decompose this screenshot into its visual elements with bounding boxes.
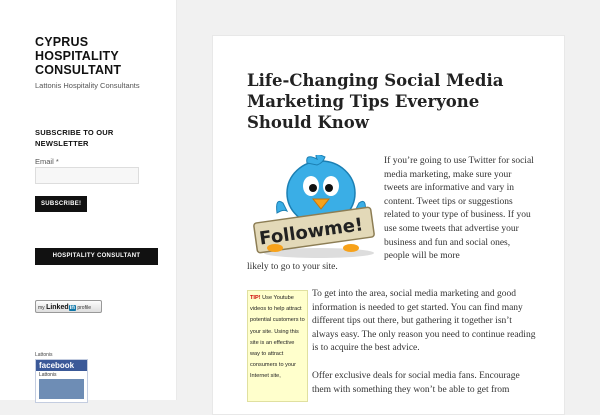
tip-text: Use Youtube videos to help attract poten… [250,295,305,380]
facebook-header: facebook [36,360,87,371]
email-label: Email * [35,157,59,166]
linkedin-suffix: profile [77,305,91,311]
post-paragraph-2: To get into the area, social media marke… [312,289,536,354]
post-paragraph-3: Offer exclusive deals for social media f… [312,371,520,395]
facebook-widget-label: Lattonis [35,352,53,358]
linkedin-prefix: my [38,305,45,311]
email-field[interactable] [35,167,139,184]
newsletter-heading: SUBSCRIBE TO OUR NEWSLETTER [35,128,114,148]
facebook-page-name[interactable]: Lattonis [36,371,87,379]
email-label-text: Email [35,157,54,166]
linkedin-in-icon: in [68,305,76,311]
required-mark: * [55,157,59,166]
post-title[interactable]: Life-Changing Social Media Marketing Tip… [247,70,547,133]
linkedin-brand: Linked [46,304,69,311]
facebook-cover-image [39,379,84,399]
site-title[interactable]: CYPRUS HOSPITALITY CONSULTANT [35,35,165,77]
subscribe-button[interactable]: SUBSCRIBE! [35,196,88,212]
tip-box: TIP! Use Youtube videos to help attract … [247,290,308,402]
site-description: Lattonis Hospitality Consultants [35,81,140,90]
post-paragraph-1: If you’re going to use Twitter for socia… [384,156,534,262]
tip-label: TIP! [250,295,261,301]
hospitality-consultant-button[interactable]: HOSPITALITY CONSULTANT [35,248,158,265]
linkedin-profile-badge[interactable]: my Linkedin profile [35,300,102,313]
post-paragraph-1-end: likely to go to your site. [247,262,338,272]
twitter-bird-follow-me-image: Followme! [253,155,375,258]
facebook-like-box[interactable]: facebook Lattonis [35,359,88,403]
